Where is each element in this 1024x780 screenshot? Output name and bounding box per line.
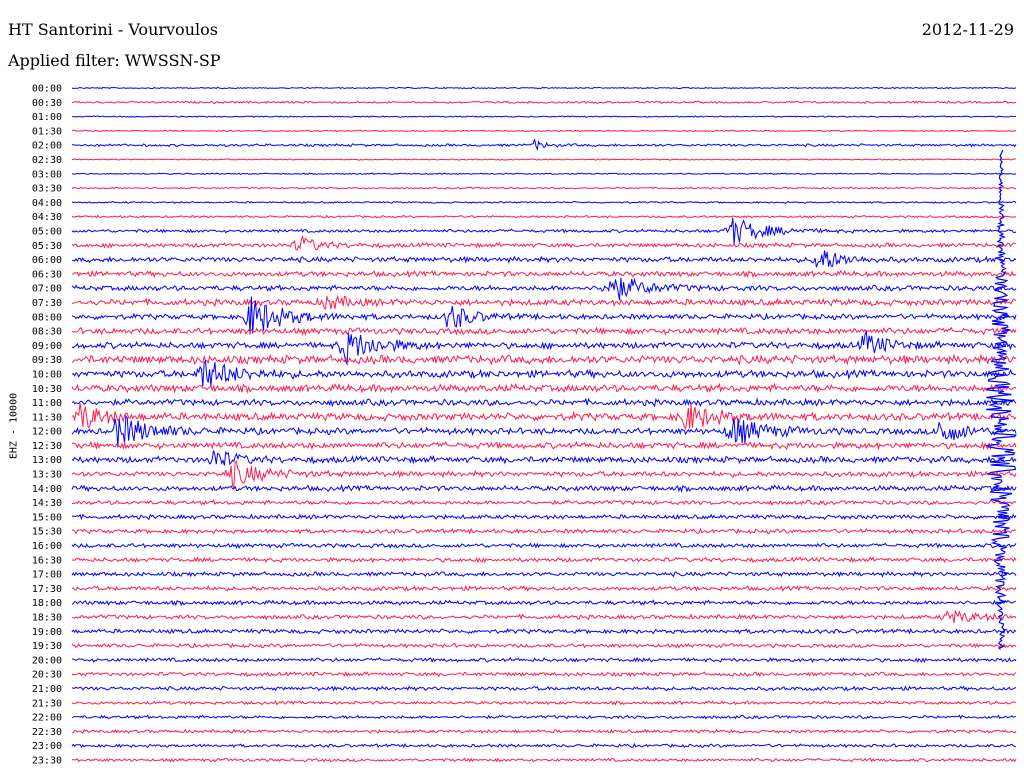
trace-row [71,186,1017,190]
trace-row [71,450,1017,466]
tick-label: 09:30 [32,355,62,366]
tick-label: 14:30 [32,498,62,509]
trace-row [71,728,1017,734]
trace-row [71,397,1017,408]
trace-row [71,656,1017,664]
trace-row [71,527,1017,535]
tick-label: 01:30 [32,126,62,137]
trace-row [71,294,1017,310]
tick-label: 14:00 [32,484,62,495]
tick-label: 19:00 [32,627,62,638]
trace-row [71,627,1017,635]
tick-label: 17:00 [32,570,62,581]
tick-label: 00:00 [32,84,62,95]
trace-row [71,115,1017,118]
trace-row [71,542,1017,549]
trace-row [72,513,1017,521]
trace-row [71,139,1017,152]
tick-label: 12:30 [32,441,62,452]
tick-label: 13:30 [32,470,62,481]
time-ticks: 00:00 00:30 01:00 01:30 02:00 02:30 03:00 03:30… [32,84,62,767]
tick-label: 20:00 [32,655,62,666]
tick-label: 10:00 [32,369,62,380]
tick-label: 02:00 [32,141,62,152]
tick-label: 20:30 [32,670,62,681]
trace-row [71,158,1016,161]
trace-row [71,214,1017,219]
tick-label: 11:30 [32,412,62,423]
trace-row [71,584,1017,592]
tick-label: 15:00 [32,512,62,523]
tick-label: 11:00 [32,398,62,409]
trace-row [71,757,1017,763]
trace-row [71,642,1017,649]
tick-label: 10:30 [32,384,62,395]
tick-label: 05:00 [32,226,62,237]
tick-label: 22:00 [32,713,62,724]
tick-label: 08:30 [32,327,62,338]
tick-label: 03:00 [32,169,62,180]
tick-label: 21:30 [32,698,62,709]
tick-label: 04:30 [32,212,62,223]
trace-row [71,217,1017,245]
trace-row [71,460,1017,490]
trace-row [71,277,1017,301]
trace-row [71,685,1017,692]
tick-label: 19:30 [32,641,62,652]
trace-row [71,234,1017,251]
trace-row [71,742,1017,749]
tick-label: 22:30 [32,727,62,738]
helicorder-plot: 00:00 00:30 01:00 01:30 02:00 02:30 03:00 03:30… [32,84,1017,767]
tick-label: 02:30 [32,155,62,166]
trace-row [71,359,1017,387]
tick-label: 01:00 [32,112,62,123]
tick-label: 13:00 [32,455,62,466]
trace-row [71,714,1017,720]
trace-row [71,269,1017,279]
tick-label: 04:00 [32,198,62,209]
trace-row [71,86,1017,90]
seismic-traces [71,86,1017,763]
tick-label: 06:00 [32,255,62,266]
tick-label: 21:00 [32,684,62,695]
trace-row [71,200,1017,204]
trace-row [71,382,1017,394]
tick-label: 09:00 [32,341,62,352]
trace-row [71,671,1017,678]
trace-row [71,353,1017,366]
trace-row [71,484,1017,493]
tick-label: 06:30 [32,269,62,280]
tick-label: 12:00 [32,427,62,438]
trace-row [71,599,1017,607]
tick-label: 03:30 [32,184,62,195]
tick-label: 05:30 [32,241,62,252]
tick-label: 23:30 [32,756,62,767]
trace-row [71,403,1017,430]
trace-row [71,499,1017,506]
trace-row [71,700,1017,706]
trace-row [71,556,1017,564]
tick-label: 17:30 [32,584,62,595]
tick-label: 18:30 [32,613,62,624]
tick-label: 08:00 [32,312,62,323]
trace-row [71,440,1017,451]
tick-label: 00:30 [32,98,62,109]
trace-row [71,250,1017,268]
trace-row [71,570,1017,578]
trace-row [71,172,1017,176]
tick-label: 18:00 [32,598,62,609]
tick-label: 16:00 [32,541,62,552]
tick-label: 07:30 [32,298,62,309]
trace-row [71,100,1017,105]
trace-row [71,609,1017,624]
trace-row [71,326,1017,337]
trace-row [71,129,1017,133]
tick-label: 16:30 [32,555,62,566]
tick-label: 15:30 [32,527,62,538]
tick-label: 23:00 [32,741,62,752]
tick-label: 07:00 [32,284,62,295]
trace-row [71,296,1017,335]
